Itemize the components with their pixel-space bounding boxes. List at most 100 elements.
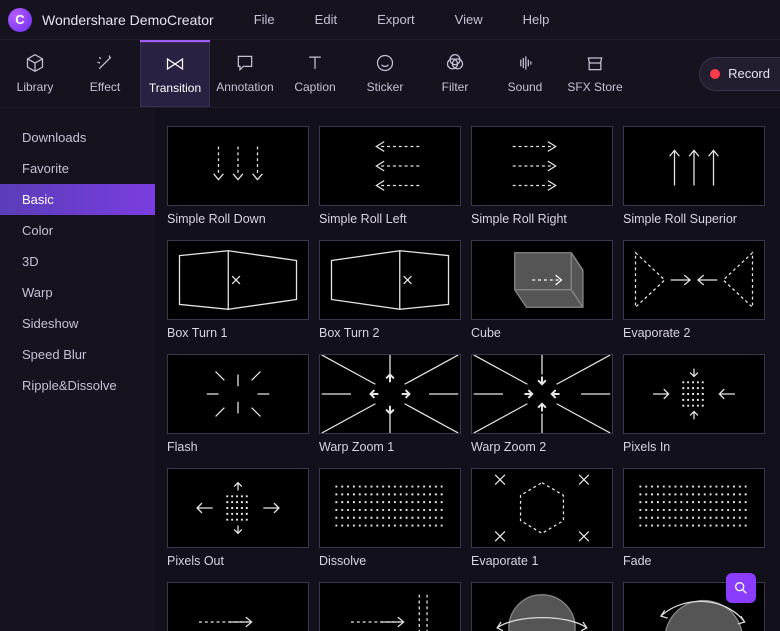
menu-view[interactable]: View — [455, 12, 483, 27]
transition-card[interactable]: Simple Roll Superior — [623, 126, 765, 226]
transitions-panel: Simple Roll Down Simple Roll Left Simple R… — [155, 108, 780, 631]
menu-help[interactable]: Help — [523, 12, 550, 27]
smile-icon — [375, 53, 395, 76]
transition-label: Dissolve — [319, 554, 461, 568]
sidebar-item-color[interactable]: Color — [0, 215, 155, 246]
transition-label: Simple Roll Right — [471, 212, 613, 226]
cube-icon — [25, 53, 45, 76]
tool-label: Sticker — [367, 80, 404, 94]
menu-file[interactable]: File — [254, 12, 275, 27]
transition-card[interactable]: Box Turn 2 — [319, 240, 461, 340]
tool-annotation[interactable]: Annotation — [210, 40, 280, 107]
menu-bar: File Edit Export View Help — [254, 12, 550, 27]
transition-thumbnail — [167, 240, 309, 320]
transition-thumbnail — [319, 582, 461, 631]
tool-label: Sound — [508, 80, 543, 94]
transition-card[interactable]: Pixels In — [623, 354, 765, 454]
transition-card[interactable]: Dissolve — [319, 468, 461, 568]
transition-thumbnail — [623, 354, 765, 434]
tool-sound[interactable]: Sound — [490, 40, 560, 107]
transition-thumbnail — [167, 126, 309, 206]
wand-icon — [95, 53, 115, 76]
sidebar-item-warp[interactable]: Warp — [0, 277, 155, 308]
tool-caption[interactable]: Caption — [280, 40, 350, 107]
transition-label: Warp Zoom 1 — [319, 440, 461, 454]
transition-label: Pixels Out — [167, 554, 309, 568]
wave-icon — [515, 53, 535, 76]
transition-thumbnail — [167, 582, 309, 631]
record-button[interactable]: Record — [699, 57, 780, 91]
transition-card[interactable] — [319, 582, 461, 631]
transition-label: Pixels In — [623, 440, 765, 454]
transition-label: Flash — [167, 440, 309, 454]
transition-thumbnail — [167, 354, 309, 434]
transition-card[interactable]: Warp Zoom 2 — [471, 354, 613, 454]
tool-label: Library — [17, 80, 54, 94]
transition-card[interactable] — [167, 582, 309, 631]
transition-card[interactable]: Simple Roll Right — [471, 126, 613, 226]
toolbar: Library Effect Transition Annotation Cap… — [0, 40, 780, 108]
tool-label: Caption — [294, 80, 335, 94]
tool-effect[interactable]: Effect — [70, 40, 140, 107]
sidebar-item-3d[interactable]: 3D — [0, 246, 155, 277]
comment-icon — [235, 53, 255, 76]
transition-thumbnail — [471, 582, 613, 631]
sidebar-item-speed-blur[interactable]: Speed Blur — [0, 339, 155, 370]
store-icon — [585, 53, 605, 76]
transition-thumbnail — [319, 240, 461, 320]
transition-label: Simple Roll Down — [167, 212, 309, 226]
app-title: Wondershare DemoCreator — [42, 12, 214, 28]
tool-filter[interactable]: Filter — [420, 40, 490, 107]
transition-thumbnail — [319, 468, 461, 548]
transition-thumbnail — [471, 354, 613, 434]
transition-thumbnail — [623, 126, 765, 206]
transition-card[interactable]: Evaporate 1 — [471, 468, 613, 568]
search-button[interactable] — [726, 573, 756, 603]
transition-thumbnail — [623, 240, 765, 320]
title-bar: C Wondershare DemoCreator File Edit Expo… — [0, 0, 780, 40]
menu-export[interactable]: Export — [377, 12, 415, 27]
transition-card[interactable]: Warp Zoom 1 — [319, 354, 461, 454]
transition-thumbnail — [471, 240, 613, 320]
transition-label: Evaporate 1 — [471, 554, 613, 568]
transition-card[interactable]: Flash — [167, 354, 309, 454]
transition-label: Simple Roll Left — [319, 212, 461, 226]
transition-label: Warp Zoom 2 — [471, 440, 613, 454]
transition-card[interactable]: Pixels Out — [167, 468, 309, 568]
transition-label: Simple Roll Superior — [623, 212, 765, 226]
transition-card[interactable]: Cube — [471, 240, 613, 340]
transition-card[interactable]: Box Turn 1 — [167, 240, 309, 340]
transition-card[interactable]: Evaporate 2 — [623, 240, 765, 340]
menu-edit[interactable]: Edit — [315, 12, 337, 27]
sidebar-item-sideshow[interactable]: Sideshow — [0, 308, 155, 339]
transition-label: Cube — [471, 326, 613, 340]
transition-label: Box Turn 2 — [319, 326, 461, 340]
tool-label: Transition — [149, 81, 201, 95]
tool-label: SFX Store — [567, 80, 622, 94]
transition-card[interactable]: Fade — [623, 468, 765, 568]
text-icon — [305, 53, 325, 76]
record-label: Record — [728, 66, 770, 81]
transition-thumbnail — [319, 354, 461, 434]
transition-label: Fade — [623, 554, 765, 568]
transition-thumbnail — [319, 126, 461, 206]
transition-card[interactable]: Simple Roll Left — [319, 126, 461, 226]
tool-sfx-store[interactable]: SFX Store — [560, 40, 630, 107]
transition-thumbnail — [471, 126, 613, 206]
tool-transition[interactable]: Transition — [140, 40, 210, 107]
transition-card[interactable]: Simple Roll Down — [167, 126, 309, 226]
tool-label: Filter — [442, 80, 469, 94]
transition-thumbnail — [471, 468, 613, 548]
record-dot-icon — [710, 69, 720, 79]
transition-thumbnail — [167, 468, 309, 548]
sidebar-item-ripple-dissolve[interactable]: Ripple&Dissolve — [0, 370, 155, 401]
sidebar-item-downloads[interactable]: Downloads — [0, 122, 155, 153]
transition-card[interactable] — [471, 582, 613, 631]
tool-library[interactable]: Library — [0, 40, 70, 107]
tool-label: Effect — [90, 80, 120, 94]
sidebar-item-favorite[interactable]: Favorite — [0, 153, 155, 184]
bowtie-icon — [165, 54, 185, 77]
app-logo-icon: C — [8, 8, 32, 32]
tool-sticker[interactable]: Sticker — [350, 40, 420, 107]
sidebar-item-basic[interactable]: Basic — [0, 184, 155, 215]
